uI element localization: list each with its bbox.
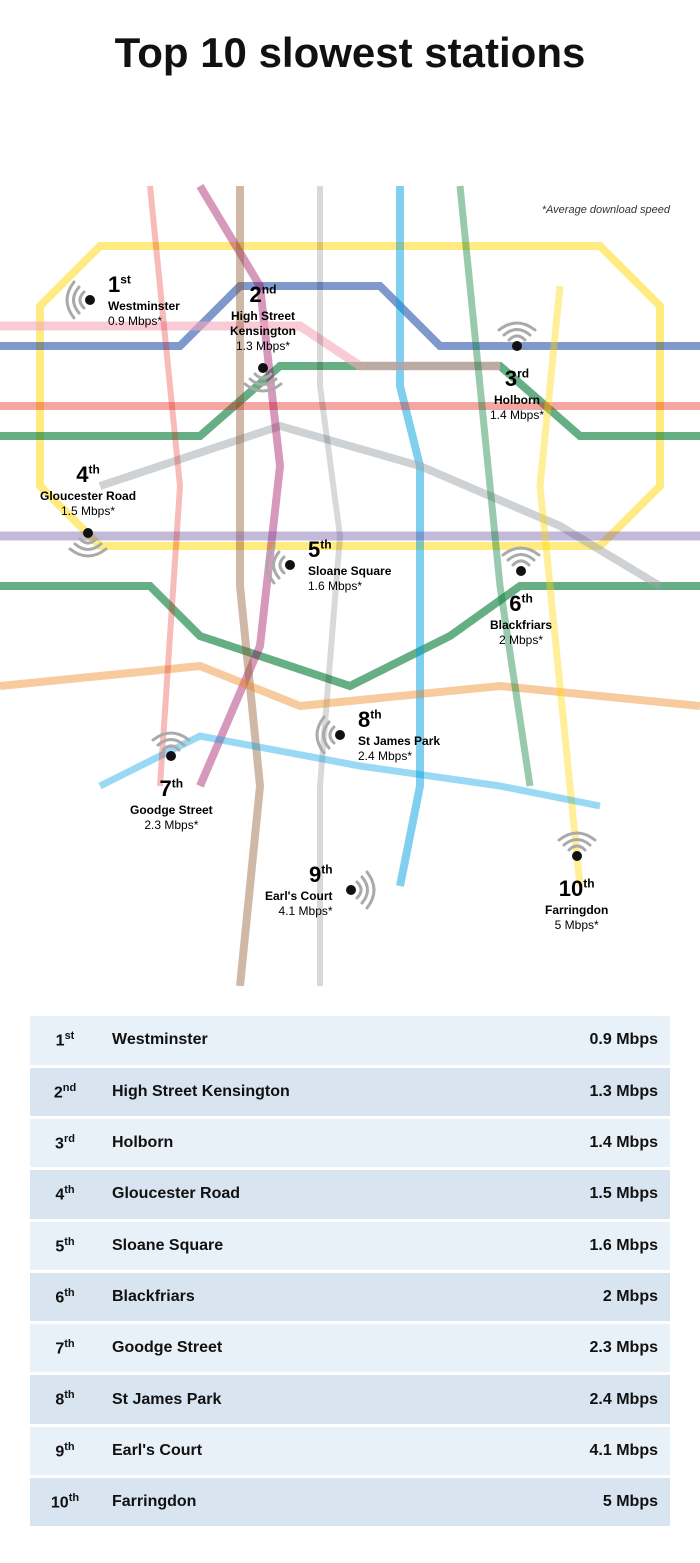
speed-cell: 1.5 Mbps	[540, 1169, 670, 1220]
station-marker-2: 2nd High StreetKensington 1.3 Mbps*	[230, 281, 296, 403]
station-label: 5th Sloane Square 1.6 Mbps*	[308, 536, 391, 594]
station-marker-10: 10th Farringdon 5 Mbps*	[545, 826, 608, 933]
rank-cell: 6th	[30, 1271, 100, 1322]
speed-cell: 1.6 Mbps	[540, 1220, 670, 1271]
speed-cell: 4.1 Mbps	[540, 1425, 670, 1476]
wifi-icon	[260, 543, 304, 587]
data-table: 1st Westminster 0.9 Mbps 2nd High Street…	[30, 1016, 670, 1529]
table-row: 5th Sloane Square 1.6 Mbps	[30, 1220, 670, 1271]
rank-cell: 2nd	[30, 1066, 100, 1117]
table-row: 8th St James Park 2.4 Mbps	[30, 1374, 670, 1425]
table-row: 7th Goodge Street 2.3 Mbps	[30, 1323, 670, 1374]
station-label: 4th Gloucester Road 1.5 Mbps*	[40, 461, 136, 519]
station-marker-1: 1st Westminster 0.9 Mbps*	[60, 271, 180, 329]
station-marker-8: 8th St James Park 2.4 Mbps*	[310, 706, 440, 764]
table-section: 1st Westminster 0.9 Mbps 2nd High Street…	[0, 986, 700, 1559]
name-cell: High Street Kensington	[100, 1066, 540, 1117]
name-cell: Farringdon	[100, 1477, 540, 1528]
page-title: Top 10 slowest stations	[20, 30, 680, 76]
wifi-icon	[495, 316, 539, 365]
station-label: 8th St James Park 2.4 Mbps*	[358, 706, 440, 764]
station-label: 6th Blackfriars 2 Mbps*	[490, 590, 552, 648]
station-label: 7th Goodge Street 2.3 Mbps*	[130, 775, 213, 833]
name-cell: Holborn	[100, 1117, 540, 1168]
station-marker-9: 9th Earl's Court 4.1 Mbps*	[265, 861, 381, 919]
table-row: 6th Blackfriars 2 Mbps	[30, 1271, 670, 1322]
name-cell: Earl's Court	[100, 1425, 540, 1476]
speed-cell: 2.4 Mbps	[540, 1374, 670, 1425]
rank-cell: 5th	[30, 1220, 100, 1271]
station-label: 10th Farringdon 5 Mbps*	[545, 875, 608, 933]
station-marker-4: 4th Gloucester Road 1.5 Mbps*	[40, 461, 136, 568]
table-row: 1st Westminster 0.9 Mbps	[30, 1016, 670, 1066]
station-label: 3rd Holborn 1.4 Mbps*	[490, 365, 544, 423]
name-cell: Sloane Square	[100, 1220, 540, 1271]
station-label: 1st Westminster 0.9 Mbps*	[108, 271, 180, 329]
rank-cell: 9th	[30, 1425, 100, 1476]
table-row: 10th Farringdon 5 Mbps	[30, 1477, 670, 1528]
speed-cell: 1.4 Mbps	[540, 1117, 670, 1168]
wifi-icon	[310, 713, 354, 757]
station-marker-6: 6th Blackfriars 2 Mbps*	[490, 541, 552, 648]
station-marker-3: 3rd Holborn 1.4 Mbps*	[490, 316, 544, 423]
speed-cell: 2.3 Mbps	[540, 1323, 670, 1374]
avg-note: *Average download speed	[542, 204, 670, 216]
station-marker-7: 7th Goodge Street 2.3 Mbps*	[130, 726, 213, 833]
rank-cell: 7th	[30, 1323, 100, 1374]
speed-cell: 5 Mbps	[540, 1477, 670, 1528]
name-cell: St James Park	[100, 1374, 540, 1425]
speed-cell: 2 Mbps	[540, 1271, 670, 1322]
station-marker-5: 5th Sloane Square 1.6 Mbps*	[260, 536, 391, 594]
rank-cell: 3rd	[30, 1117, 100, 1168]
station-label: 2nd High StreetKensington 1.3 Mbps*	[230, 281, 296, 354]
wifi-icon	[555, 826, 599, 875]
name-cell: Westminster	[100, 1016, 540, 1066]
wifi-icon	[149, 726, 193, 775]
title-section: Top 10 slowest stations	[0, 0, 700, 86]
table-row: 4th Gloucester Road 1.5 Mbps	[30, 1169, 670, 1220]
map-section: *Average download speed 1st Westminster …	[0, 86, 700, 986]
table-row: 3rd Holborn 1.4 Mbps	[30, 1117, 670, 1168]
wifi-icon	[499, 541, 543, 590]
name-cell: Gloucester Road	[100, 1169, 540, 1220]
rank-cell: 1st	[30, 1016, 100, 1066]
name-cell: Goodge Street	[100, 1323, 540, 1374]
rank-cell: 10th	[30, 1477, 100, 1528]
table-row: 2nd High Street Kensington 1.3 Mbps	[30, 1066, 670, 1117]
rank-cell: 4th	[30, 1169, 100, 1220]
wifi-icon	[66, 519, 110, 568]
wifi-icon	[337, 868, 381, 912]
rank-cell: 8th	[30, 1374, 100, 1425]
wifi-icon	[241, 354, 285, 403]
wifi-icon	[60, 278, 104, 322]
station-label: 9th Earl's Court 4.1 Mbps*	[265, 861, 333, 919]
name-cell: Blackfriars	[100, 1271, 540, 1322]
speed-cell: 1.3 Mbps	[540, 1066, 670, 1117]
table-row: 9th Earl's Court 4.1 Mbps	[30, 1425, 670, 1476]
speed-cell: 0.9 Mbps	[540, 1016, 670, 1066]
